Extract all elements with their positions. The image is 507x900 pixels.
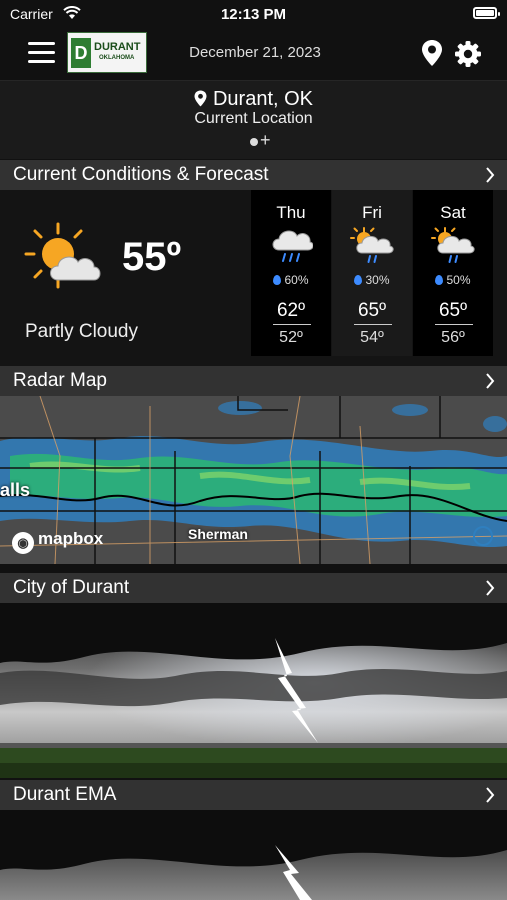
location-pin-icon[interactable] [420, 39, 444, 67]
forecast-day-label: Fri [362, 203, 382, 222]
logo-name: DURANT [94, 41, 141, 53]
current-description: Partly Cloudy [25, 321, 138, 342]
radar-section-header[interactable]: Radar Map [0, 366, 507, 396]
storm-image [0, 603, 507, 778]
forecast-high: 62º [276, 300, 306, 321]
hamburger-menu-icon[interactable] [28, 42, 55, 64]
location-bar[interactable]: Durant, OK Current Location + [0, 80, 507, 159]
status-time: 12:13 PM [220, 6, 287, 23]
forecast-low: 52º [279, 329, 303, 346]
conditions-section-title: Current Conditions & Forecast [13, 164, 269, 185]
partly-cloudy-rain-icon [350, 227, 394, 263]
battery-icon [473, 7, 500, 19]
chevron-right-icon [486, 373, 495, 389]
logo-emblem: D [71, 38, 91, 68]
current-conditions-panel[interactable]: 55º Partly Cloudy Thu 60% 62º 52º Fri 30… [0, 190, 507, 366]
forecast-low: 54º [360, 329, 384, 346]
rain-cloud-icon [272, 230, 313, 262]
location-marker-icon [194, 90, 207, 107]
durant-logo: D DURANT OKLAHOMA [67, 32, 147, 73]
location-city: Durant, OK [212, 88, 314, 110]
location-city-row: Durant, OK [0, 88, 507, 111]
radar-city-label: Sherman [188, 526, 248, 542]
forecast-high: 65º [357, 300, 387, 321]
location-subtitle: Current Location [194, 110, 313, 127]
forecast-day-label: Thu [276, 203, 306, 222]
forecast-day-thu[interactable]: Thu 60% 62º 52º [251, 190, 331, 356]
app-header: D DURANT OKLAHOMA December 21, 2023 [0, 30, 507, 80]
gear-icon[interactable] [454, 40, 482, 68]
forecast-divider [354, 324, 392, 325]
ema-section-header[interactable]: Durant EMA [0, 780, 507, 810]
forecast-divider [435, 324, 473, 325]
city-section-header[interactable]: City of Durant [0, 573, 507, 603]
chevron-right-icon [486, 580, 495, 596]
logo-state: OKLAHOMA [99, 55, 135, 61]
radar-map[interactable]: alls Sherman ◉ mapbox [0, 396, 507, 564]
mapbox-logo-icon: ◉ [12, 532, 34, 554]
forecast-low: 56º [441, 329, 465, 346]
radar-city-label-left: alls [0, 480, 31, 500]
raindrop-icon [354, 275, 363, 285]
chevron-right-icon [486, 167, 495, 183]
partly-cloudy-icon [24, 222, 101, 289]
forecast-divider [273, 324, 311, 325]
ema-storm-photo[interactable] [0, 810, 507, 900]
city-section-title: City of Durant [13, 577, 130, 598]
city-storm-photo[interactable] [0, 603, 507, 778]
mapbox-attribution[interactable]: ◉ mapbox [12, 529, 103, 554]
current-temperature: 55º [122, 235, 182, 279]
raindrop-icon [273, 275, 282, 285]
forecast-precip: 30% [332, 273, 412, 287]
page-dot[interactable] [250, 138, 258, 146]
ema-section-title: Durant EMA [13, 784, 117, 805]
add-location-icon[interactable]: + [260, 130, 271, 151]
forecast-day-sat[interactable]: Sat 50% 65º 56º [413, 190, 493, 356]
partly-cloudy-rain-icon [431, 227, 475, 263]
forecast-day-fri[interactable]: Fri 30% 65º 54º [332, 190, 412, 356]
radar-section-title: Radar Map [13, 370, 107, 391]
location-pager[interactable]: + [248, 130, 278, 150]
forecast-high: 65º [438, 300, 468, 321]
header-date: December 21, 2023 [189, 44, 321, 61]
status-bar: Carrier 12:13 PM [0, 0, 507, 30]
chevron-right-icon [486, 787, 495, 803]
storm-image [0, 810, 507, 900]
raindrop-icon [435, 275, 444, 285]
forecast-day-label: Sat [440, 203, 466, 222]
forecast-precip: 50% [413, 273, 493, 287]
conditions-section-header[interactable]: Current Conditions & Forecast [0, 160, 507, 190]
forecast-precip: 60% [251, 273, 331, 287]
